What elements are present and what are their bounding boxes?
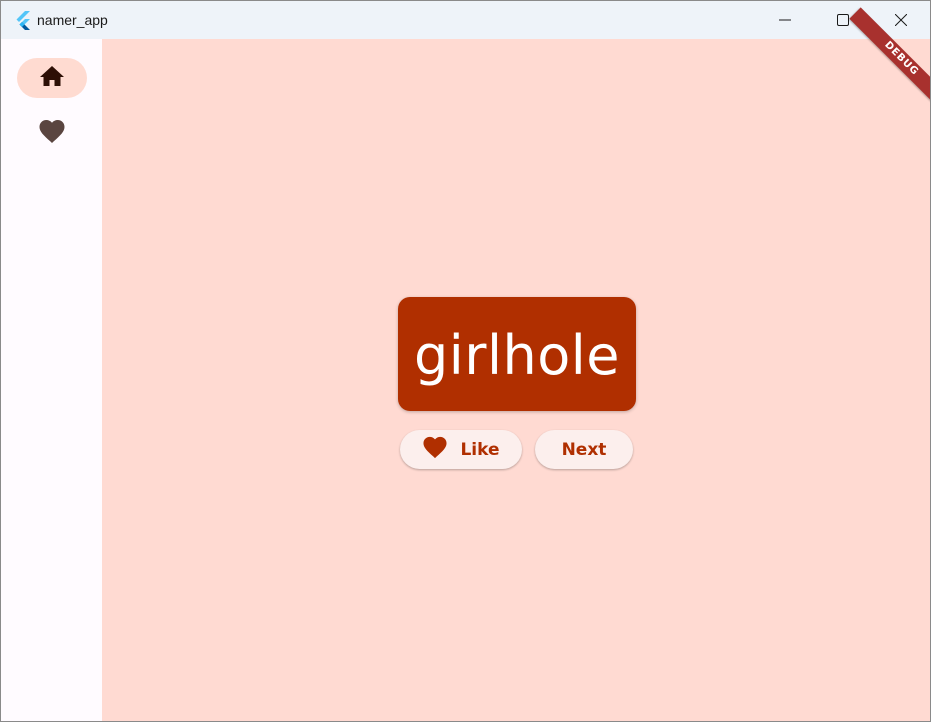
like-button-label: Like	[460, 439, 500, 460]
word-pair-text: girlhole	[414, 323, 620, 387]
like-button[interactable]: Like	[400, 430, 522, 469]
maximize-icon	[837, 14, 849, 26]
flutter-logo-icon	[13, 10, 33, 30]
rail-destination-favorites[interactable]	[17, 113, 87, 153]
minimize-button[interactable]	[756, 1, 814, 39]
word-pair-card: girlhole	[398, 297, 636, 411]
close-icon	[895, 14, 907, 26]
next-button[interactable]: Next	[535, 430, 633, 469]
app-content: girlhole Like Next DEBUG	[1, 7, 930, 721]
home-icon	[39, 64, 65, 93]
minimize-icon	[779, 14, 791, 26]
app-window: namer_app girlhole Like Next DEBUG	[0, 0, 931, 722]
window-title: namer_app	[37, 12, 108, 28]
navigation-rail	[1, 39, 102, 721]
rail-destination-home[interactable]	[17, 58, 87, 98]
next-button-label: Next	[561, 439, 607, 460]
favorite-icon	[422, 435, 448, 464]
title-bar[interactable]: namer_app	[1, 1, 930, 39]
favorite-icon	[38, 118, 66, 149]
generator-page: girlhole Like Next DEBUG	[102, 7, 930, 721]
